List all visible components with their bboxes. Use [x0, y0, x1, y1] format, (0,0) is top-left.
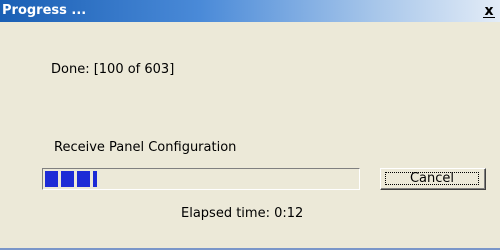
progress-fill	[45, 171, 97, 187]
progress-track	[45, 171, 357, 187]
cancel-button[interactable]: Cancel	[380, 168, 486, 190]
close-icon: x	[484, 3, 494, 19]
cancel-focus-rect: Cancel	[385, 171, 479, 186]
progress-bar	[42, 168, 360, 190]
done-counter-text: Done: [100 of 603]	[51, 62, 175, 77]
current-task-text: Receive Panel Configuration	[54, 140, 237, 155]
cancel-button-label: Cancel	[409, 171, 455, 186]
elapsed-time-text: Elapsed time: 0:12	[181, 206, 304, 221]
title-bar[interactable]: Progress ... x	[0, 0, 500, 22]
progress-dialog: Progress ... x Done: [100 of 603] Receiv…	[0, 0, 500, 250]
close-button[interactable]: x	[480, 3, 498, 19]
window-title: Progress ...	[2, 3, 87, 18]
